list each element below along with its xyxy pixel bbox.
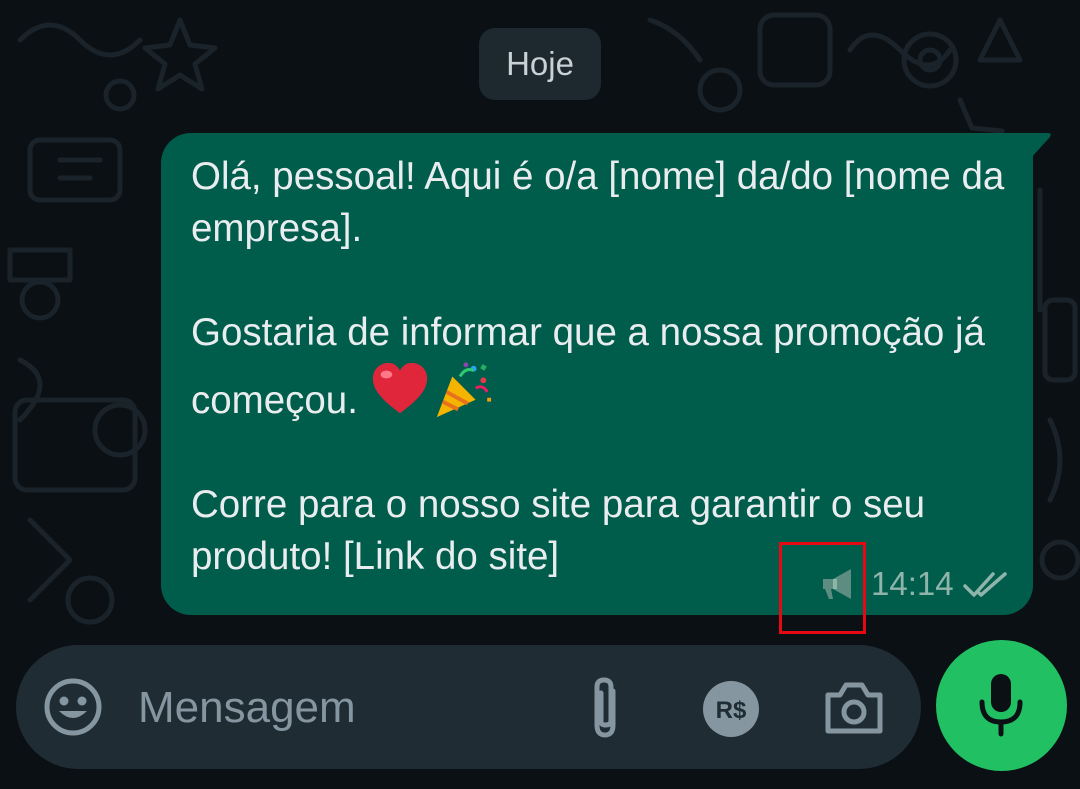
payment-icon[interactable]: R$ [702, 680, 760, 738]
heart-emoji [372, 362, 427, 414]
message-text-main: Olá, pessoal! Aqui é o/a [nome] da/do [n… [191, 155, 1005, 422]
double-check-icon [963, 572, 1007, 597]
bubble-tail [1030, 133, 1051, 159]
attach-icon[interactable] [583, 675, 627, 743]
mic-icon [979, 674, 1023, 737]
svg-text:R$: R$ [716, 697, 747, 724]
outgoing-message-bubble[interactable]: Olá, pessoal! Aqui é o/a [nome] da/do [n… [161, 133, 1033, 615]
highlight-annotation-box [779, 542, 866, 634]
emoji-icon[interactable] [43, 677, 103, 737]
message-composer: R$ [16, 645, 921, 769]
message-text: Olá, pessoal! Aqui é o/a [nome] da/do [n… [191, 151, 1011, 583]
message-time: 14:14 [871, 565, 954, 602]
date-separator: Hoje [479, 28, 601, 100]
camera-icon[interactable] [824, 681, 884, 735]
voice-record-button[interactable] [936, 640, 1067, 771]
message-input[interactable] [136, 675, 560, 741]
party-popper-emoji [436, 362, 491, 418]
